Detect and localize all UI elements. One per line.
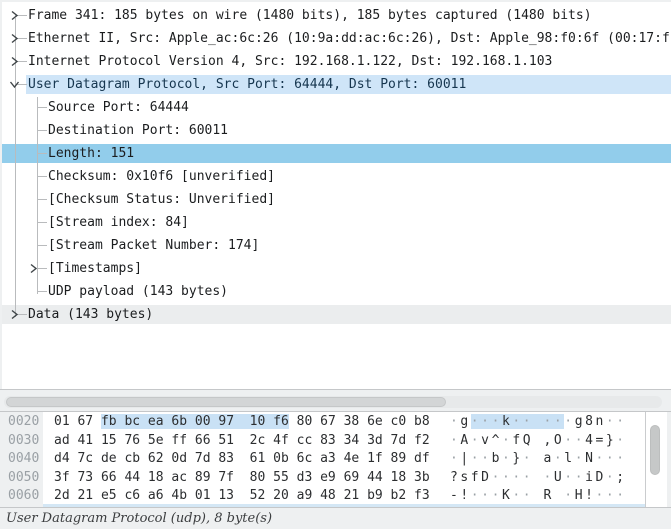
bytes: ·|··b·}· a·l·N···	[450, 451, 627, 466]
hex-ascii: ·g···k·· ···g8n··	[450, 413, 627, 432]
tree-row-label: UDP payload (143 bytes)	[48, 284, 228, 299]
hex-ascii: ·|··b·}· a·l·N···	[450, 450, 627, 469]
hex-row-0050[interactable]: 0050 3f 73 66 44 18 ac 89 7f 80 55 d3 e9 …	[0, 469, 645, 488]
hex-offset: 0040	[8, 450, 39, 469]
hex-ascii: ·A·v^·fQ ,O··4=}·	[450, 432, 627, 451]
bytes: 2d 21 e5 c6 a6 4b 01 13 52 20 a9 48 21 b…	[54, 488, 430, 503]
tree-row-udp-payload[interactable]: UDP payload (143 bytes)	[2, 280, 671, 303]
tree-row-udp-checksum-status[interactable]: [Checksum Status: Unverified]	[2, 188, 671, 211]
tree-row-udp-source-port[interactable]: Source Port: 64444	[2, 96, 671, 119]
protocol-tree: Frame 341: 185 bytes on wire (1480 bits)…	[2, 2, 671, 326]
hex-bytes: d4 7c de cb 62 0d 7d 83 61 0b 6c a3 4e 1…	[54, 450, 430, 469]
bytes: ·g	[450, 414, 471, 429]
hex-dump-rows: 0020 01 67 fb bc ea 6b 00 97 10 f6 80 67 …	[0, 413, 645, 506]
hex-offset: 0060	[8, 487, 39, 506]
pane-divider	[0, 389, 671, 390]
hex-scrollbar-separator	[645, 412, 646, 507]
tree-row-udp-destination-port[interactable]: Destination Port: 60011	[2, 119, 671, 142]
tree-row-data[interactable]: Data (143 bytes)	[2, 303, 671, 326]
tree-row-udp-timestamps[interactable]: [Timestamps]	[2, 257, 671, 280]
tree-row-udp-stream-packet-number[interactable]: [Stream Packet Number: 174]	[2, 234, 671, 257]
tree-row-label: Data (143 bytes)	[28, 307, 153, 322]
tree-row-label: [Timestamps]	[48, 261, 142, 276]
packet-details-pane: Frame 341: 185 bytes on wire (1480 bits)…	[2, 2, 671, 389]
tree-row-label: Checksum: 0x10f6 [unverified]	[48, 169, 275, 184]
tree-row-label: User Datagram Protocol, Src Port: 64444,…	[28, 77, 466, 92]
tree-row-udp[interactable]: User Datagram Protocol, Src Port: 64444,…	[2, 73, 671, 96]
hex-row-0030[interactable]: 0030 ad 41 15 76 5e ff 66 51 2c 4f cc 83 …	[0, 432, 645, 451]
hex-bytes: 3f 73 66 44 18 ac 89 7f 80 55 d3 e9 69 4…	[54, 469, 430, 488]
hex-ascii: -!···K·· R ·H!···	[450, 487, 627, 506]
status-bar-field-info: User Datagram Protocol (udp), 8 byte(s)	[6, 511, 272, 526]
tree-row-ethernet[interactable]: Ethernet II, Src: Apple_ac:6c:26 (10:9a:…	[2, 27, 671, 50]
highlighted-bytes: ···k·· ··	[471, 414, 565, 429]
tree-row-label: Internet Protocol Version 4, Src: 192.16…	[28, 54, 552, 69]
tree-row-udp-checksum[interactable]: Checksum: 0x10f6 [unverified]	[2, 165, 671, 188]
tree-row-label: [Stream Packet Number: 174]	[48, 238, 259, 253]
tree-row-label: Destination Port: 60011	[48, 123, 228, 138]
bytes: ·g8n··	[564, 414, 626, 429]
tree-row-udp-stream-index[interactable]: [Stream index: 84]	[2, 211, 671, 234]
hex-bytes: 01 67 fb bc ea 6b 00 97 10 f6 80 67 38 6…	[54, 413, 430, 432]
bytes: 01 67	[54, 414, 101, 429]
vertical-scrollbar-thumb[interactable]	[650, 425, 660, 475]
bytes: ?sfD···· ·U··iD·;	[450, 470, 627, 485]
hex-offset: 0030	[8, 432, 39, 451]
bytes: 80 67 38 6e c0 b8	[289, 414, 430, 429]
tree-row-label: Ethernet II, Src: Apple_ac:6c:26 (10:9a:…	[28, 31, 670, 46]
status-bar: User Datagram Protocol (udp), 8 byte(s)	[0, 508, 671, 529]
expander-collapsed-icon[interactable]	[9, 10, 20, 21]
tree-row-label: [Stream index: 84]	[48, 215, 189, 230]
tree-row-label: Frame 341: 185 bytes on wire (1480 bits)…	[28, 8, 592, 23]
expander-collapsed-icon[interactable]	[9, 56, 20, 67]
expander-collapsed-icon[interactable]	[9, 33, 20, 44]
hex-row-0060[interactable]: 0060 2d 21 e5 c6 a6 4b 01 13 52 20 a9 48 …	[0, 487, 645, 506]
highlighted-bytes: fb bc ea 6b 00 97 10 f6	[101, 414, 289, 429]
bytes: ad 41 15 76 5e ff 66 51 2c 4f cc 83 34 3…	[54, 433, 430, 448]
expander-collapsed-icon[interactable]	[9, 309, 20, 320]
tree-row-label: [Checksum Status: Unverified]	[48, 192, 275, 207]
tree-row-label: Length: 151	[48, 146, 134, 161]
hex-ascii: ?sfD···· ·U··iD·;	[450, 469, 627, 488]
tree-row-ipv4[interactable]: Internet Protocol Version 4, Src: 192.16…	[2, 50, 671, 73]
hex-offset: 0050	[8, 469, 39, 488]
expander-expanded-icon[interactable]	[9, 79, 20, 90]
bytes: ·A·v^·fQ ,O··4=}·	[450, 433, 627, 448]
tree-row-frame[interactable]: Frame 341: 185 bytes on wire (1480 bits)…	[2, 4, 671, 27]
tree-row-udp-length[interactable]: Length: 151	[2, 142, 671, 165]
hex-bytes: 2d 21 e5 c6 a6 4b 01 13 52 20 a9 48 21 b…	[54, 487, 430, 506]
tree-row-label: Source Port: 64444	[48, 100, 189, 115]
bytes: d4 7c de cb 62 0d 7d 83 61 0b 6c a3 4e 1…	[54, 451, 430, 466]
expander-collapsed-icon[interactable]	[28, 263, 39, 274]
horizontal-scrollbar-thumb[interactable]	[6, 397, 446, 407]
hex-row-0020[interactable]: 0020 01 67 fb bc ea 6b 00 97 10 f6 80 67 …	[0, 413, 645, 432]
hex-bytes: ad 41 15 76 5e ff 66 51 2c 4f cc 83 34 3…	[54, 432, 430, 451]
bytes: -!···K·· R ·H!···	[450, 488, 627, 503]
bytes: 3f 73 66 44 18 ac 89 7f 80 55 d3 e9 69 4…	[54, 470, 430, 485]
hex-row-0040[interactable]: 0040 d4 7c de cb 62 0d 7d 83 61 0b 6c a3 …	[0, 450, 645, 469]
hex-offset: 0020	[8, 413, 39, 432]
